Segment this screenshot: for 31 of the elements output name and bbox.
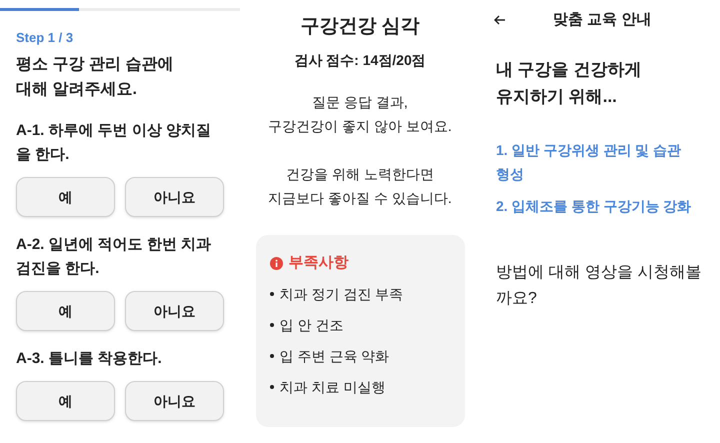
back-arrow-icon[interactable] [494,15,506,25]
education-link[interactable]: 2. 입체조를 통한 구강기능 강화 [496,194,704,218]
page-title: 맞춤 교육 안내 [553,10,652,30]
answer-button[interactable]: 예 [16,381,115,421]
score-text: 검사 점수: 14점/20점 [294,51,426,70]
question-text: A-1. 하루에 두번 이상 양치질 을 한다. [16,121,212,165]
answer-button[interactable]: 아니요 [125,291,224,331]
info-icon [270,256,282,270]
deficiency-item: 입 주변 근육 약화 [280,347,390,366]
deficiency-item: 입 안 건조 [280,316,344,335]
deficiency-title: 부족사항 [288,253,348,273]
answer-button[interactable]: 아니요 [125,177,224,217]
bullet-icon [270,323,274,327]
bullet-icon [270,292,274,296]
result-message: 건강을 위해 노력한다면 지금보다 좋아질 수 있습니다. [268,165,452,208]
education-heading: 내 구강을 건강하게 유지하기 위해... [496,59,642,108]
result-message: 질문 응답 결과, 구강건강이 좋지 않아 보여요. [268,93,452,136]
deficiency-item: 치과 정기 검진 부족 [280,285,404,304]
education-link[interactable]: 1. 일반 구강위생 관리 및 습관 형성 [496,138,704,186]
bullet-icon [270,354,274,358]
deficiency-item: 치과 치료 미실행 [280,378,386,397]
answer-button[interactable]: 예 [16,177,115,217]
question-text: A-2. 일년에 적어도 한번 치과 검진을 한다. [16,235,212,279]
result-title: 구강건강 심각 [300,15,420,39]
question-text: A-3. 틀니를 착용한다. [16,349,163,369]
survey-title: 평소 구강 관리 습관에 대해 알려주세요. [16,55,174,100]
step-label: Step 1 / 3 [16,29,74,47]
answer-button[interactable]: 아니요 [125,381,224,421]
video-question: 방법에 대해 영상을 시청해볼 까요? [496,263,702,309]
answer-button[interactable]: 예 [16,291,115,331]
bullet-icon [270,385,274,389]
